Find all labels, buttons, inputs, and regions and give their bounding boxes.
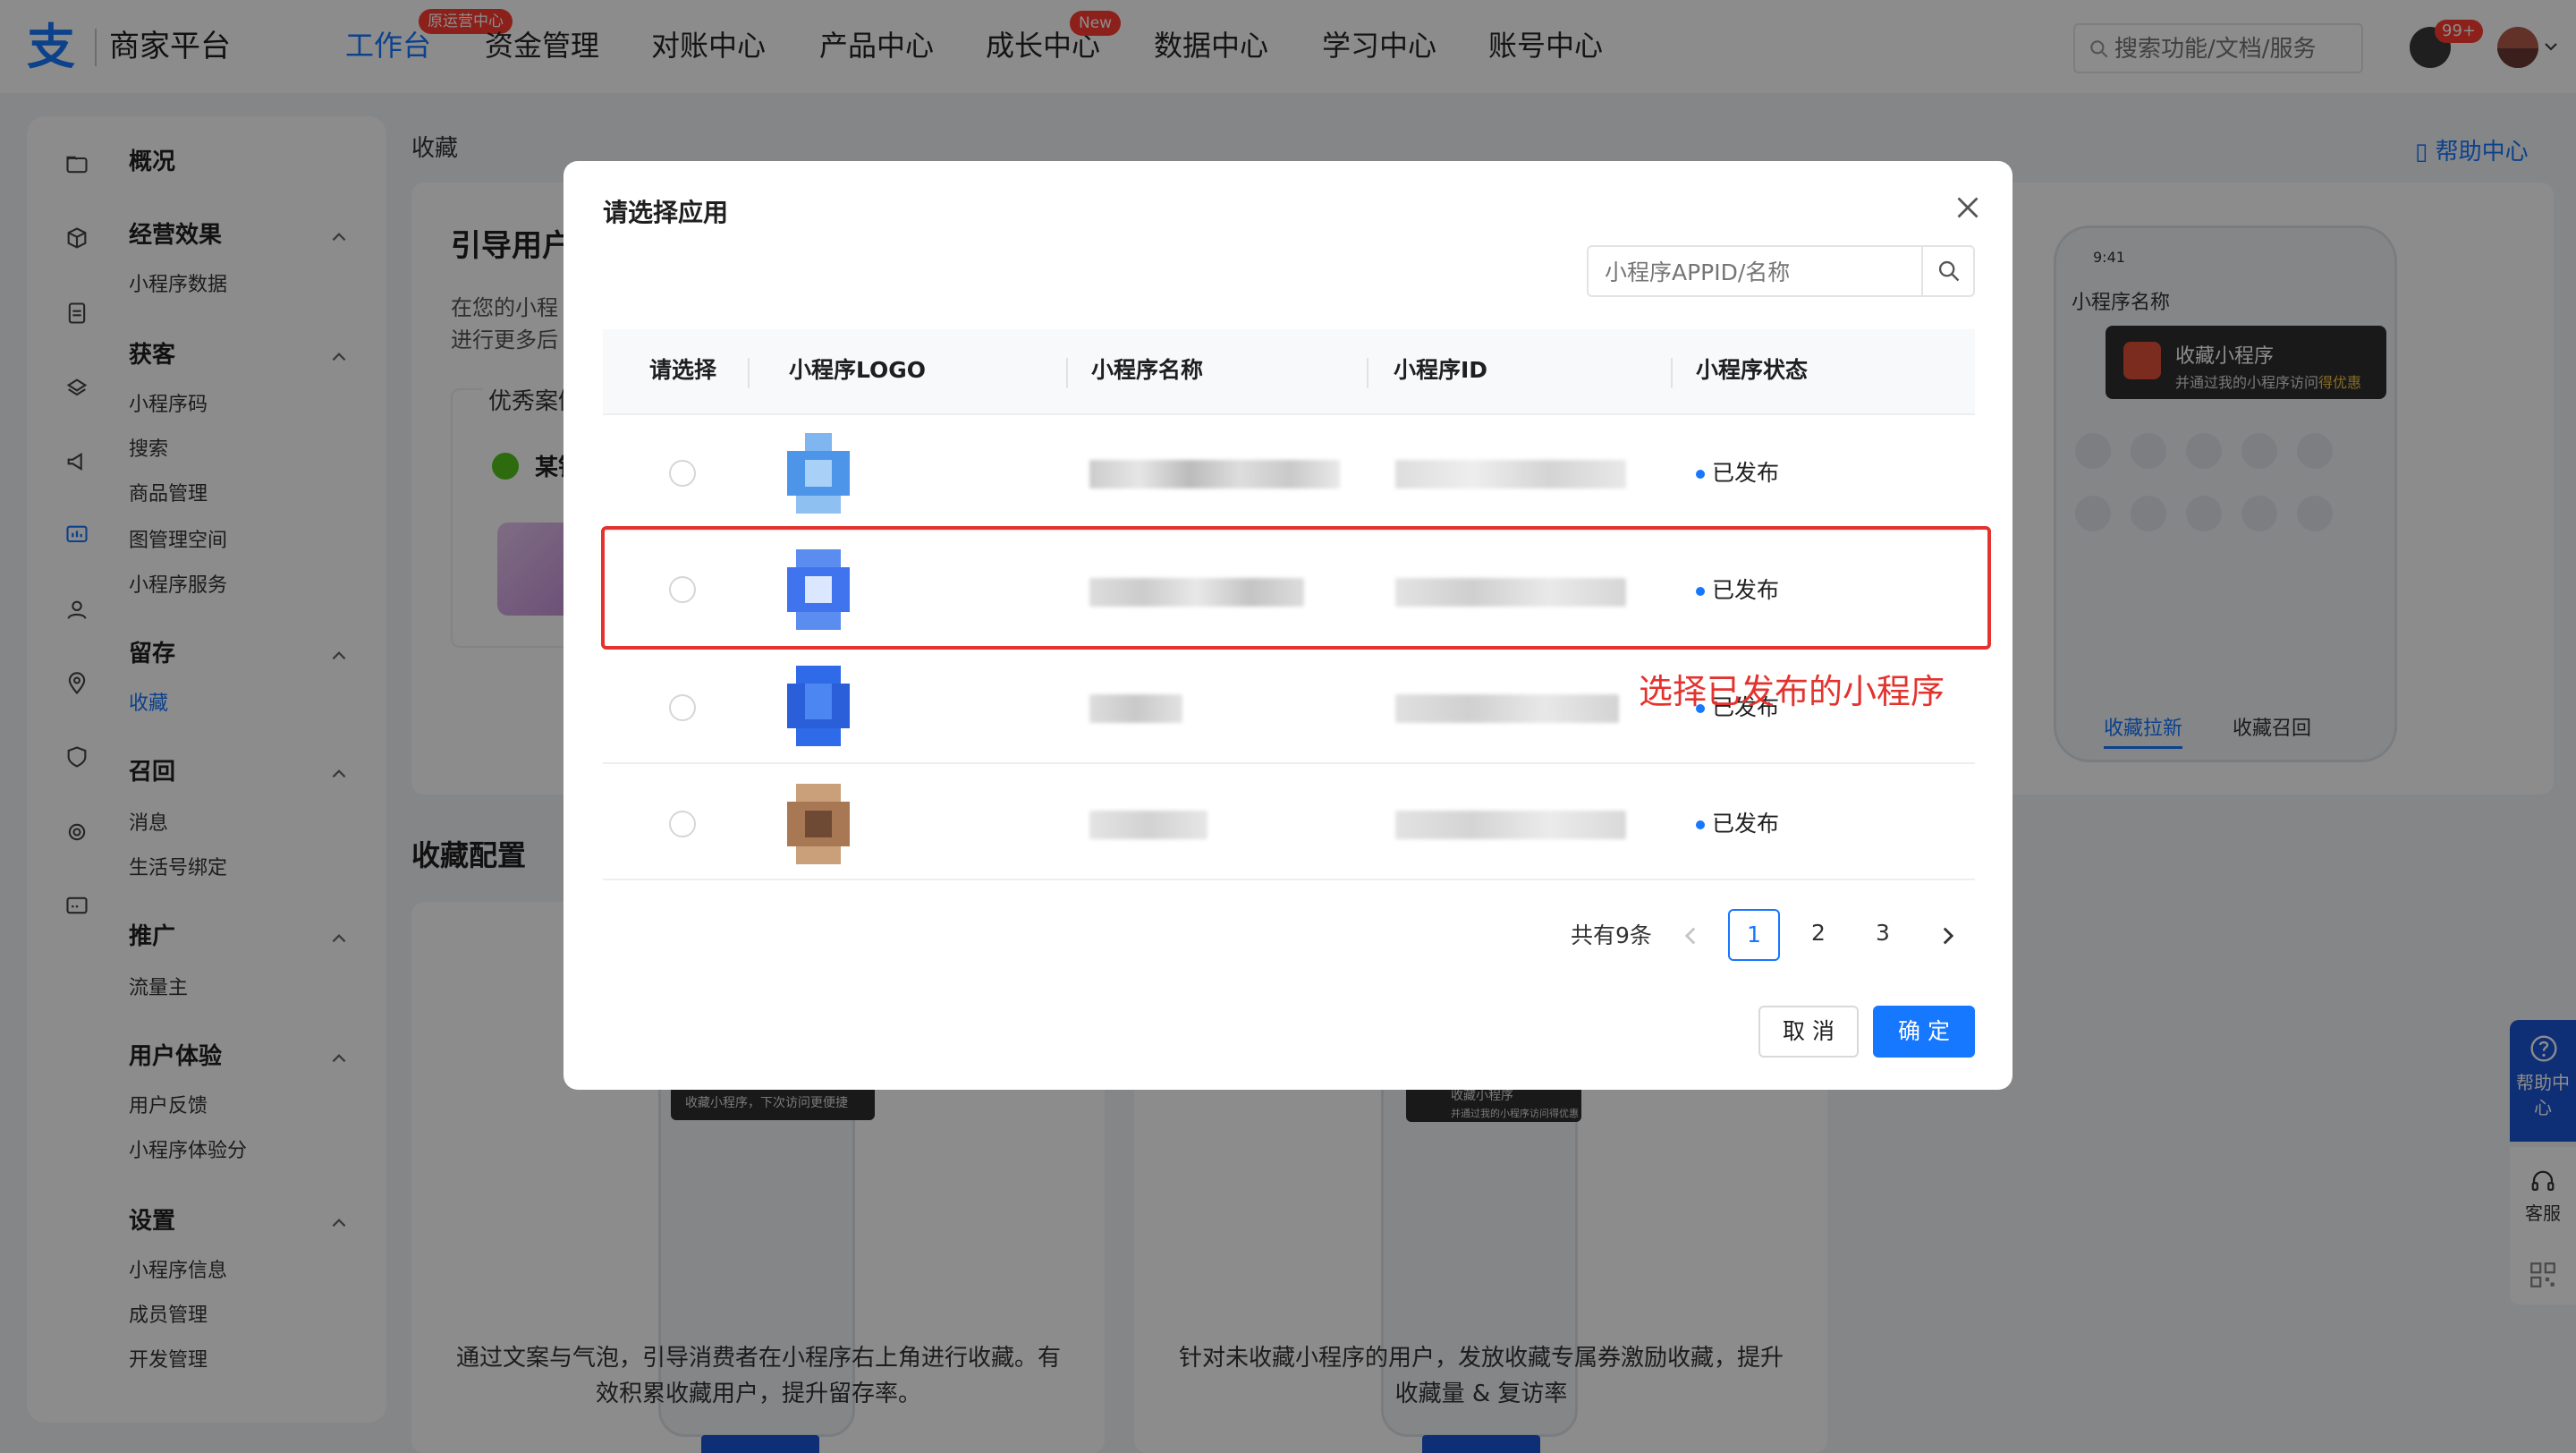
app-name-redacted: [1089, 811, 1208, 839]
modal-title: 请选择应用: [603, 198, 729, 227]
highlight-box: [601, 526, 1991, 650]
app-search-input[interactable]: [1605, 256, 1909, 288]
app-logo-4: [787, 784, 850, 864]
col-divider: [748, 358, 750, 388]
col-select: 请选择: [649, 357, 717, 383]
col-divider: [1671, 358, 1673, 388]
status-dot: [1696, 470, 1705, 479]
row-4-radio[interactable]: [669, 811, 696, 837]
app-name-redacted: [1089, 694, 1182, 723]
status-dot: [1696, 820, 1705, 829]
confirm-button[interactable]: 确 定: [1873, 1006, 1975, 1058]
annotation-text: 选择已发布的小程序: [1639, 672, 1945, 711]
col-divider: [1066, 358, 1068, 388]
app-logo-3: [787, 666, 850, 746]
app-id-redacted: [1395, 811, 1626, 839]
app-search[interactable]: [1587, 245, 1975, 297]
col-name: 小程序名称: [1091, 357, 1204, 383]
app-name-redacted: [1089, 460, 1340, 489]
row-1-status: 已发布: [1696, 457, 1779, 489]
page-3[interactable]: 3: [1857, 909, 1909, 961]
col-logo: 小程序LOGO: [789, 357, 927, 383]
row-1-status-text: 已发布: [1712, 460, 1780, 486]
app-logo-1: [787, 433, 850, 514]
page-1[interactable]: 1: [1728, 909, 1780, 961]
pagination-total: 共有9条: [1571, 922, 1652, 948]
cancel-button[interactable]: 取 消: [1758, 1006, 1859, 1058]
page-2[interactable]: 2: [1792, 909, 1844, 961]
col-id: 小程序ID: [1394, 357, 1488, 383]
col-status: 小程序状态: [1696, 357, 1809, 383]
app-id-redacted: [1395, 460, 1626, 489]
chevron-left-icon[interactable]: [1678, 923, 1703, 948]
row-1-radio[interactable]: [669, 460, 696, 487]
close-icon[interactable]: [1952, 191, 1984, 224]
app-search-button[interactable]: [1921, 247, 1973, 295]
col-divider: [1367, 358, 1368, 388]
row-4-status-text: 已发布: [1712, 811, 1780, 837]
chevron-right-icon[interactable]: [1936, 923, 1961, 948]
row-4-status: 已发布: [1696, 808, 1779, 840]
app-id-redacted: [1395, 694, 1619, 723]
row-3-radio[interactable]: [669, 694, 696, 721]
search-icon: [1938, 260, 1960, 282]
